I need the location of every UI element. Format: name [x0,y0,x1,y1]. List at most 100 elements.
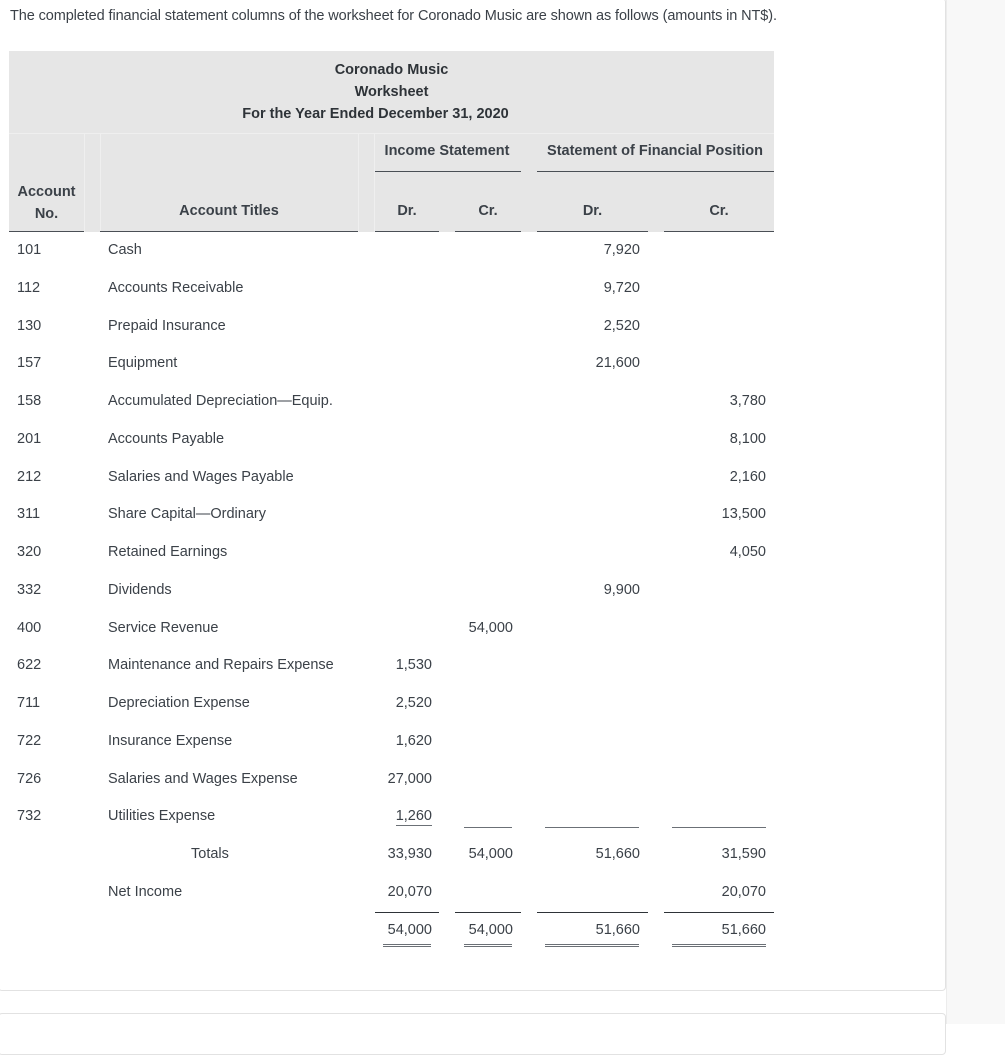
table-row: 112 Accounts Receivable 9,720 [9,280,774,300]
final-rule [537,912,648,913]
account-title: Depreciation Expense [108,695,250,711]
account-no: 400 [17,619,42,636]
account-no: 130 [17,317,42,334]
table-row: 201 Accounts Payable 8,100 [9,431,774,451]
sfp-dr-subtotal-rule [545,827,639,828]
col-account-titles: Account Titles [179,203,279,219]
is-cr-subtotal-rule [464,827,512,828]
account-title: Insurance Expense [108,732,233,749]
group-underline [537,171,774,172]
totals-is-dr: 33,930 [387,846,432,862]
header-underline [375,231,439,232]
account-no: 732 [17,808,42,825]
header-underline [537,231,648,232]
account-no: 212 [17,468,42,485]
account-title: Equipment [108,355,178,372]
sfp-cr-amount: 3,780 [729,393,766,409]
final-rule [664,912,774,913]
sfp-dr-amount: 7,920 [603,242,640,258]
is-dr-amount: 1,620 [395,732,432,749]
sfp-dr-amount: 9,900 [603,581,640,598]
intro-text: The completed financial statement column… [10,8,777,24]
table-row: 311 Share Capital—Ordinary 13,500 [9,506,774,526]
account-title: Dividends [108,581,172,598]
sfp-dr-amount: 2,520 [603,317,640,334]
double-underline [464,944,512,947]
totals-sfp-cr: 31,590 [721,846,766,862]
account-no: 158 [17,393,42,409]
worksheet-title-block: Coronado Music Worksheet For the Year En… [9,51,774,134]
double-underline [383,944,431,947]
table-row: 622 Maintenance and Repairs Expense 1,530 [9,657,774,677]
table-row: 400 Service Revenue 54,000 [9,620,774,640]
double-underline [672,944,766,947]
account-no: 332 [17,581,42,598]
totals-sfp-dr: 51,660 [595,846,640,862]
is-cr-amount: 54,000 [468,619,513,636]
final-is-cr: 54,000 [468,922,513,938]
col-is-cr: Cr. [478,203,498,219]
header-underline [455,231,521,232]
account-title: Prepaid Insurance [108,317,226,334]
table-row: 732 Utilities Expense 1,260 [9,808,774,828]
account-no: 622 [17,657,42,674]
is-dr-amount: 2,520 [395,695,432,711]
table-row: 711 Depreciation Expense 2,520 [9,695,774,715]
account-no: 101 [17,242,42,258]
table-row: 722 Insurance Expense 1,620 [9,733,774,753]
table-row: 130 Prepaid Insurance 2,520 [9,318,774,338]
account-title: Accounts Payable [108,430,225,447]
account-title: Utilities Expense [108,808,216,825]
account-no: 311 [17,506,41,523]
sfp-cr-amount: 8,100 [729,430,766,447]
document-name: Worksheet [354,84,429,100]
col-account-no-line2: No. [34,206,59,222]
sfp-cr-subtotal-rule [672,827,766,828]
group-financial-position: Statement of Financial Position [547,143,763,159]
table-row: 726 Salaries and Wages Expense 27,000 [9,771,774,791]
table-row: 212 Salaries and Wages Payable 2,160 [9,469,774,489]
account-no: 320 [17,544,42,560]
final-is-dr: 54,000 [387,922,432,938]
totals-is-cr: 54,000 [468,846,513,862]
column-separator [84,133,85,232]
period-label: For the Year Ended December 31, 2020 [242,106,509,122]
account-no: 201 [17,430,42,447]
header-underline [100,231,358,232]
net-income-sfp-cr: 20,070 [721,884,766,900]
final-sfp-cr: 51,660 [721,922,766,938]
net-income-row: Net Income 20,070 20,070 [9,884,774,904]
account-title: Accumulated Depreciation—Equip. [108,393,333,409]
totals-label: Totals [191,846,229,862]
table-row: 101 Cash 7,920 [9,242,774,262]
table-row: 158 Accumulated Depreciation—Equip. 3,780 [9,393,774,413]
account-title: Maintenance and Repairs Expense [108,657,334,674]
account-title: Cash [108,242,142,258]
account-no: 711 [17,695,41,711]
header-underline [9,231,84,232]
account-title: Service Revenue [108,619,219,636]
account-title: Accounts Receivable [108,279,244,296]
net-income-is-dr: 20,070 [387,884,432,900]
col-sfp-cr: Cr. [709,203,729,219]
col-account-no-line1: Account [17,184,76,200]
account-no: 722 [17,732,42,749]
col-account-no: Account No. [9,181,84,225]
account-no: 157 [17,355,42,372]
sfp-dr-amount: 21,600 [595,355,640,372]
net-income-label: Net Income [108,884,183,900]
table-row: 157 Equipment 21,600 [9,355,774,375]
final-sfp-dr: 51,660 [595,922,640,938]
worksheet-header: Coronado Music Worksheet For the Year En… [9,51,774,232]
col-is-dr: Dr. [397,203,417,219]
table-row: 320 Retained Earnings 4,050 [9,544,774,564]
is-dr-amount: 1,260 [395,808,432,827]
final-rule [375,912,439,913]
group-underline [375,171,521,172]
sfp-cr-amount: 2,160 [729,468,766,485]
group-income-statement: Income Statement [384,143,510,159]
totals-row: Totals 33,930 54,000 51,660 31,590 [9,846,774,866]
is-dr-amount: 27,000 [387,770,432,787]
col-sfp-dr: Dr. [582,203,603,219]
sfp-cr-amount: 4,050 [729,544,766,560]
